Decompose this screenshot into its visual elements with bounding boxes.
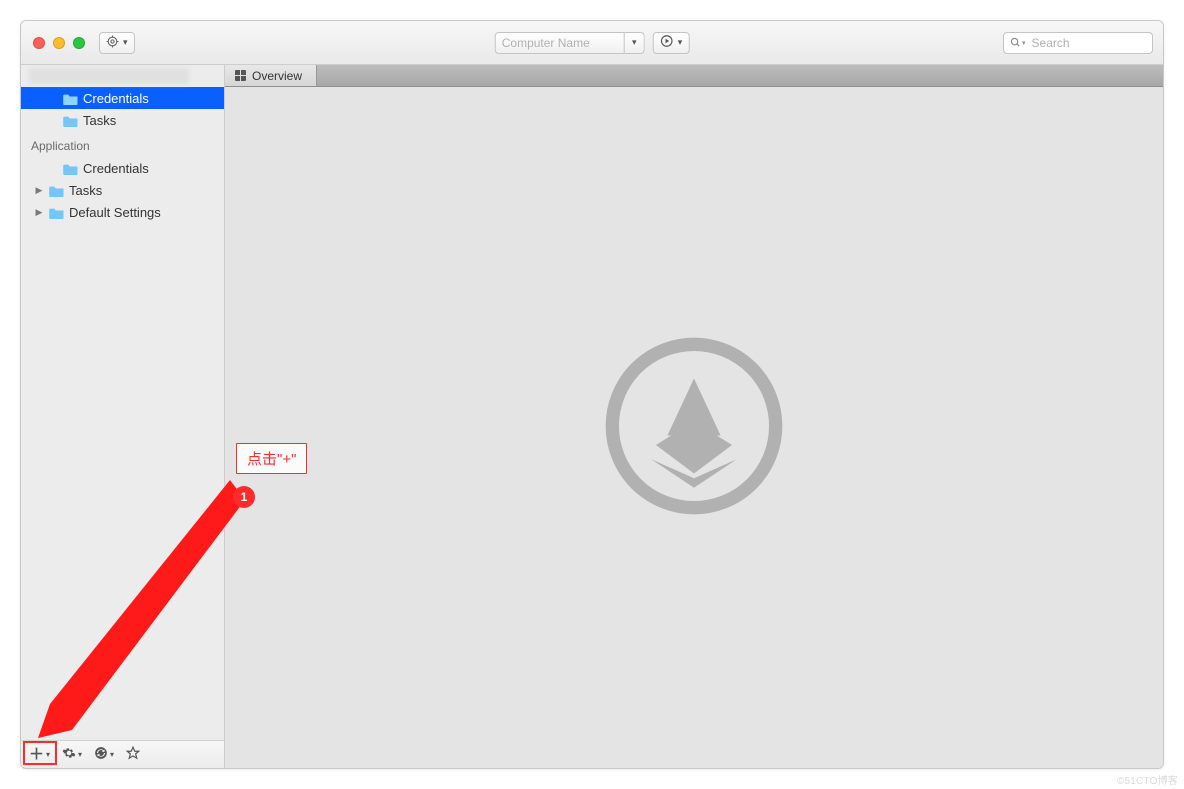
run-menu[interactable]: ▾: [653, 32, 690, 54]
app-window: ▾ Computer Name ▾ ▾: [20, 20, 1164, 769]
sync-circle-icon: [94, 746, 108, 763]
favorite-button[interactable]: [126, 746, 140, 763]
search-field[interactable]: ▾: [1003, 32, 1153, 54]
overview-grid-icon: [235, 70, 246, 81]
chevron-down-icon: ▾: [46, 750, 50, 759]
sidebar-item-label: Default Settings: [69, 205, 161, 220]
zoom-window-button[interactable]: [73, 37, 85, 49]
sidebar: Credentials Tasks Application: [21, 65, 225, 768]
plus-icon: ＋: [29, 747, 44, 762]
sidebar-item-default-settings[interactable]: ▶ Default Settings: [21, 201, 224, 223]
sync-menu[interactable]: ▾: [94, 746, 114, 763]
folder-icon: [63, 162, 79, 175]
sidebar-item-tasks[interactable]: Tasks: [21, 109, 224, 131]
content-empty-state: [225, 87, 1163, 768]
chevron-down-icon: ▾: [678, 37, 683, 48]
sidebar-item-app-tasks[interactable]: ▶ Tasks: [21, 179, 224, 201]
tab-label: Overview: [252, 69, 302, 83]
corner-watermark: ©51CTO博客: [1117, 772, 1178, 787]
chevron-down-icon: ▾: [632, 37, 637, 48]
chevron-down-icon: ▾: [123, 37, 128, 48]
window-controls: [33, 37, 85, 49]
disclosure-triangle-icon[interactable]: ▶: [33, 207, 45, 218]
app-logo-watermark: [599, 331, 789, 524]
sidebar-item-label: Tasks: [83, 113, 116, 128]
target-scope-menu[interactable]: ▾: [99, 32, 135, 54]
folder-icon: [63, 92, 79, 105]
search-input[interactable]: [1030, 35, 1146, 51]
sidebar-group-application: Application: [21, 131, 224, 157]
toolbar-right: ▾: [1003, 32, 1153, 54]
folder-icon: [63, 114, 79, 127]
action-gear-menu[interactable]: ▾: [62, 746, 82, 763]
sidebar-item-app-credentials[interactable]: Credentials: [21, 157, 224, 179]
computer-name-dropdown[interactable]: ▾: [625, 32, 645, 54]
add-button[interactable]: ＋▾: [29, 747, 50, 762]
sidebar-item-credentials[interactable]: Credentials: [21, 87, 224, 109]
folder-icon: [49, 184, 65, 197]
computer-combo: Computer Name ▾: [495, 32, 645, 54]
play-circle-icon: [660, 34, 674, 51]
close-window-button[interactable]: [33, 37, 45, 49]
chevron-down-icon: ▾: [78, 750, 82, 759]
titlebar: ▾ Computer Name ▾ ▾: [21, 21, 1163, 65]
sidebar-item-label: Tasks: [69, 183, 102, 198]
folder-icon: [49, 206, 65, 219]
computer-name-blurred: [29, 68, 189, 84]
sidebar-bottom-bar: ＋▾ ▾ ▾: [21, 740, 224, 768]
star-icon: [126, 746, 140, 763]
target-icon: [106, 35, 119, 51]
sidebar-item-label: Credentials: [83, 91, 149, 106]
tab-overview[interactable]: Overview: [225, 65, 317, 86]
computer-name-placeholder: Computer Name: [502, 36, 590, 50]
toolbar-center: Computer Name ▾ ▾: [495, 32, 690, 54]
computer-name-field[interactable]: Computer Name: [495, 32, 625, 54]
disclosure-triangle-icon[interactable]: ▶: [33, 185, 45, 196]
tab-bar: Overview: [225, 65, 1163, 87]
minimize-window-button[interactable]: [53, 37, 65, 49]
search-icon: ▾: [1010, 37, 1026, 48]
computer-header-row[interactable]: [21, 65, 224, 87]
chevron-down-icon: ▾: [110, 750, 114, 759]
sidebar-item-label: Credentials: [83, 161, 149, 176]
gear-icon: [62, 746, 76, 763]
chevron-down-icon: ▾: [1022, 39, 1026, 47]
main-content: Overview: [225, 65, 1163, 768]
